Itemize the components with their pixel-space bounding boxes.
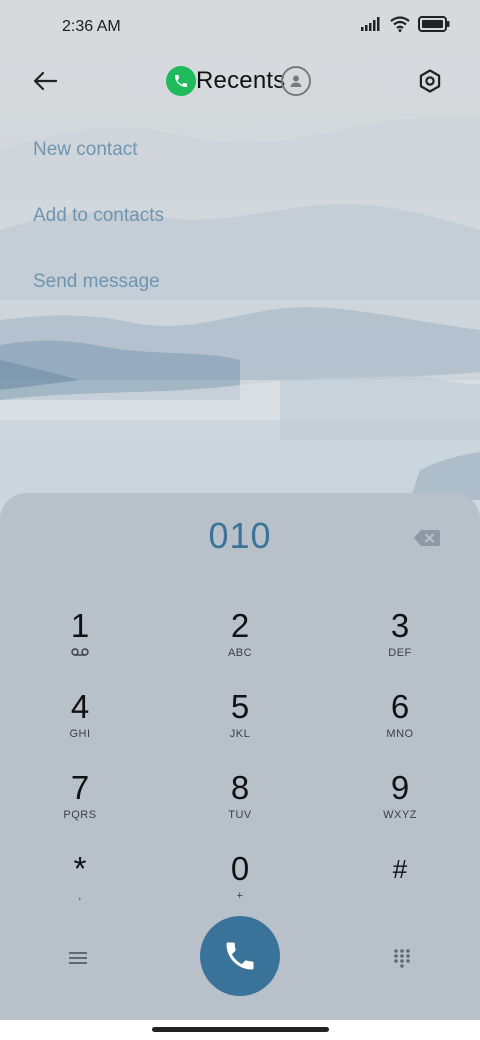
key-digit: 2	[230, 607, 250, 644]
key-letters: PQRS	[63, 809, 97, 821]
dialpad-grid-icon	[394, 949, 410, 968]
key-letters: WXYZ	[383, 809, 417, 821]
key-star[interactable]: * ,	[20, 841, 140, 913]
signal-icon	[361, 17, 380, 31]
key-digit: 9	[390, 769, 410, 806]
key-2[interactable]: 2 ABC	[180, 598, 300, 670]
key-letters: GHI	[69, 728, 91, 740]
key-digit: 4	[70, 688, 90, 725]
key-letters: JKL	[229, 728, 251, 740]
key-digit: 3	[390, 607, 410, 644]
status-time: 2:36 AM	[62, 18, 121, 35]
phone-call-icon	[226, 942, 254, 970]
key-letters: ,	[78, 890, 82, 902]
dialpad-toggle-button[interactable]	[384, 943, 420, 973]
key-3[interactable]: 3 DEF	[340, 598, 460, 670]
title-wrap: Recents	[166, 64, 312, 98]
send-message-action[interactable]: Send message	[33, 271, 160, 293]
home-indicator[interactable]	[152, 1027, 329, 1032]
dialpad: 010 1 2 ABC 3 DEF 4 GHI 5 JKL 6 MNO 7 PQ…	[0, 493, 480, 1020]
key-digit: #	[392, 854, 408, 884]
settings-button[interactable]	[414, 65, 446, 97]
arrow-left-icon	[33, 71, 58, 91]
key-digit: 1	[70, 607, 90, 644]
key-letters: TUV	[228, 809, 252, 821]
header: Recents	[0, 56, 480, 106]
back-button[interactable]	[30, 66, 60, 96]
key-digit: 7	[70, 769, 90, 806]
key-6[interactable]: 6 MNO	[340, 679, 460, 751]
call-button[interactable]	[200, 916, 280, 996]
settings-hexagon-icon	[419, 69, 441, 93]
voicemail-icon	[71, 648, 89, 656]
menu-button[interactable]	[60, 943, 96, 973]
key-9[interactable]: 9 WXYZ	[340, 760, 460, 832]
phone-icon[interactable]	[166, 66, 196, 96]
key-letters: +	[236, 890, 244, 902]
key-digit: 6	[390, 688, 410, 725]
key-letters: MNO	[386, 728, 414, 740]
backspace-icon	[414, 530, 440, 546]
page-title: Recents	[196, 67, 286, 94]
add-to-contacts-action[interactable]: Add to contacts	[33, 205, 164, 227]
key-4[interactable]: 4 GHI	[20, 679, 140, 751]
key-digit: 8	[230, 769, 250, 806]
key-8[interactable]: 8 TUV	[180, 760, 300, 832]
navigation-bar	[0, 1020, 480, 1040]
key-0[interactable]: 0 +	[180, 841, 300, 913]
key-5[interactable]: 5 JKL	[180, 679, 300, 751]
dialed-number: 010	[208, 515, 272, 556]
dialpad-bottom-bar	[0, 913, 480, 1003]
key-hash[interactable]: #	[340, 841, 460, 913]
key-digit: *	[73, 850, 87, 887]
menu-lines-icon	[69, 952, 87, 964]
key-digit: 0	[230, 850, 250, 887]
status-icons	[360, 16, 450, 32]
battery-icon	[418, 16, 450, 32]
wifi-icon	[390, 16, 410, 32]
key-digit: 5	[230, 688, 250, 725]
key-letters: DEF	[388, 647, 412, 659]
status-bar: 2:36 AM	[0, 0, 480, 56]
new-contact-action[interactable]: New contact	[33, 139, 138, 161]
contact-icon[interactable]	[281, 66, 312, 96]
key-letters: ABC	[227, 647, 253, 659]
backspace-button[interactable]	[413, 529, 441, 547]
key-1[interactable]: 1	[20, 598, 140, 670]
key-7[interactable]: 7 PQRS	[20, 760, 140, 832]
